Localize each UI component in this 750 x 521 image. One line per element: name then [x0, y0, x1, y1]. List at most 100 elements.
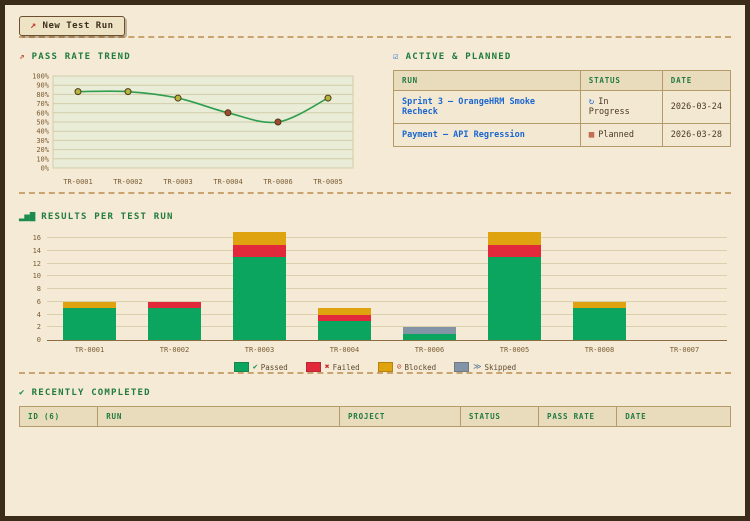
status-cell: ▦ Planned	[579, 123, 663, 147]
bar-TR-0007	[642, 232, 727, 340]
y-axis-label: 12	[32, 259, 41, 268]
bar-TR-0003	[217, 232, 302, 340]
col-header-status: STATUS	[579, 70, 663, 91]
col-header-date: DATE	[616, 406, 731, 427]
legend-item-failed: ✖ Failed	[305, 362, 360, 372]
bar-segment-passed	[318, 320, 371, 340]
trend-chart-icon: ⇗	[19, 51, 26, 62]
svg-text:TR-0006: TR-0006	[263, 178, 293, 186]
bar-chart-legend: ✔ Passed ✖ Failed ⊘ Blocked ≫ Skipped	[19, 362, 731, 372]
bar-segment-passed	[403, 333, 456, 340]
legend-swatch	[305, 362, 321, 372]
col-header-id: ID (6)	[18, 406, 99, 427]
trend-point-TR-0005	[324, 94, 332, 102]
y-axis-label: 8	[36, 285, 41, 294]
results-bar-chart: 0 2 4 6 8 10 12 14 16 TR-0001 TR-0002 TR-0003 TR-00…	[19, 232, 731, 372]
bar-chart-x-axis: TR-0001 TR-0002 TR-0003 TR-0004 TR-0006 TR-00…	[47, 346, 727, 354]
recently-completed-table: ID (6) RUN PROJECT STATUS PASS RATE DATE	[18, 406, 731, 427]
x-axis-label: TR-0004	[329, 346, 360, 354]
bar-chart-plot: 0 2 4 6 8 10 12 14 16	[33, 232, 727, 344]
blocked-icon: ⊘	[396, 362, 402, 371]
toolbar: ↗ New Test Run	[19, 13, 731, 36]
pass-rate-trend-title-text: PASS RATE TREND	[31, 52, 131, 62]
status-label: Planned	[598, 130, 635, 140]
upper-panels: ⇗ PASS RATE TREND 0% 10% 20% 30% 40% 50% 60% 70…	[19, 52, 732, 192]
svg-text:10%: 10%	[36, 155, 49, 163]
y-axis-label: 4	[36, 310, 41, 319]
completed-header-row: ID (6) RUN PROJECT STATUS PASS RATE DATE	[18, 406, 731, 427]
bar-segment-failed	[233, 244, 286, 258]
bar-segment-passed	[488, 257, 541, 340]
bar-TR-0006	[387, 232, 472, 340]
legend-label: Failed	[332, 362, 360, 372]
bar-chart-icon: ▂▅▇	[19, 211, 36, 222]
skipped-icon: ≫	[473, 362, 482, 371]
x-axis-label: TR-0008	[584, 346, 615, 354]
x-axis-label: TR-0002	[159, 346, 190, 354]
x-axis-label: TR-0007	[669, 346, 700, 354]
col-header-project: PROJECT	[338, 406, 461, 427]
recently-completed-title-text: RECENTLY COMPLETED	[31, 388, 151, 398]
test-dashboard: { "colors": { "accent_green": "#217a3e",…	[0, 0, 750, 521]
date-cell: 2026-03-28	[661, 123, 732, 147]
trend-point-TR-0003	[174, 94, 182, 102]
y-axis-label: 2	[36, 323, 41, 332]
y-axis-label: 0	[36, 336, 41, 344]
svg-text:TR-0003: TR-0003	[163, 178, 193, 186]
calendar-icon: ▦	[588, 130, 595, 140]
active-planned-section: ☑ ACTIVE & PLANNED RUN STATUS DATE Sprin…	[393, 52, 732, 192]
y-axis-label: 6	[36, 297, 41, 306]
svg-text:60%: 60%	[36, 109, 49, 117]
new-test-run-label: New Test Run	[42, 21, 114, 31]
active-planned-table: RUN STATUS DATE Sprint 3 — OrangeHRM Smo…	[393, 70, 732, 147]
results-per-run-section: ▂▅▇ RESULTS PER TEST RUN 0 2 4 6 8 10 12 14 16 T…	[19, 212, 731, 372]
svg-text:TR-0005: TR-0005	[313, 178, 343, 186]
svg-text:0%: 0%	[41, 165, 50, 173]
new-test-run-button[interactable]: ↗ New Test Run	[19, 16, 125, 36]
x-axis-label: TR-0006	[414, 346, 445, 354]
active-planned-title-text: ACTIVE & PLANNED	[405, 52, 512, 62]
svg-text:50%: 50%	[36, 119, 49, 127]
run-link[interactable]: Payment — API Regression	[393, 123, 581, 147]
check-icon: ✔	[19, 387, 26, 398]
run-link[interactable]: Sprint 3 — OrangeHRM Smoke Recheck	[393, 90, 581, 124]
pass-rate-trend-chart: 0% 10% 20% 30% 40% 50% 60% 70% 80% 90% 100% TR-0001…	[19, 70, 363, 192]
bar-segment-failed	[488, 244, 541, 258]
table-row[interactable]: Payment — API Regression ▦ Planned 2026-0…	[393, 123, 732, 147]
pass-rate-trend-svg: 0% 10%20%30%40%50% 60%70%80%90%100% TR-0001…	[32, 73, 354, 186]
legend-item-passed: ✔ Passed	[233, 362, 288, 372]
svg-text:30%: 30%	[36, 137, 49, 145]
separator-top	[19, 36, 731, 38]
bar-segment-passed	[63, 308, 116, 340]
svg-text:TR-0004: TR-0004	[213, 178, 243, 186]
active-planned-header-row: RUN STATUS DATE	[393, 70, 732, 91]
svg-text:TR-0001: TR-0001	[63, 178, 93, 186]
legend-swatch	[377, 362, 393, 372]
legend-item-skipped: ≫ Skipped	[454, 362, 516, 372]
status-cell: ↻ In Progress	[579, 90, 663, 124]
passed-icon: ✔	[252, 362, 258, 371]
bar-segment-passed	[573, 308, 626, 340]
results-per-run-title: ▂▅▇ RESULTS PER TEST RUN	[19, 212, 731, 222]
bar-TR-0004	[302, 232, 387, 340]
separator-bottom	[19, 372, 731, 374]
col-header-date: DATE	[661, 70, 732, 91]
x-axis-label: TR-0001	[74, 346, 105, 354]
legend-label: Skipped	[484, 362, 517, 372]
bar-segment-blocked	[488, 232, 541, 245]
x-axis-label: TR-0005	[499, 346, 530, 354]
bar-TR-0001	[47, 232, 132, 340]
trend-point-TR-0006	[274, 118, 282, 126]
y-axis-label: 10	[32, 272, 41, 281]
y-axis-label: 14	[32, 247, 41, 256]
in-progress-icon: ↻	[588, 97, 595, 107]
bar-segment-passed	[148, 308, 201, 340]
pass-rate-trend-title: ⇗ PASS RATE TREND	[19, 52, 363, 62]
bar-TR-0008	[557, 232, 642, 340]
bar-segment-passed	[233, 257, 286, 340]
trend-point-TR-0001	[74, 88, 82, 96]
col-header-status: STATUS	[459, 406, 540, 427]
table-row[interactable]: Sprint 3 — OrangeHRM Smoke Recheck ↻ In P…	[393, 90, 732, 124]
legend-label: Blocked	[404, 362, 437, 372]
svg-text:20%: 20%	[36, 146, 49, 154]
